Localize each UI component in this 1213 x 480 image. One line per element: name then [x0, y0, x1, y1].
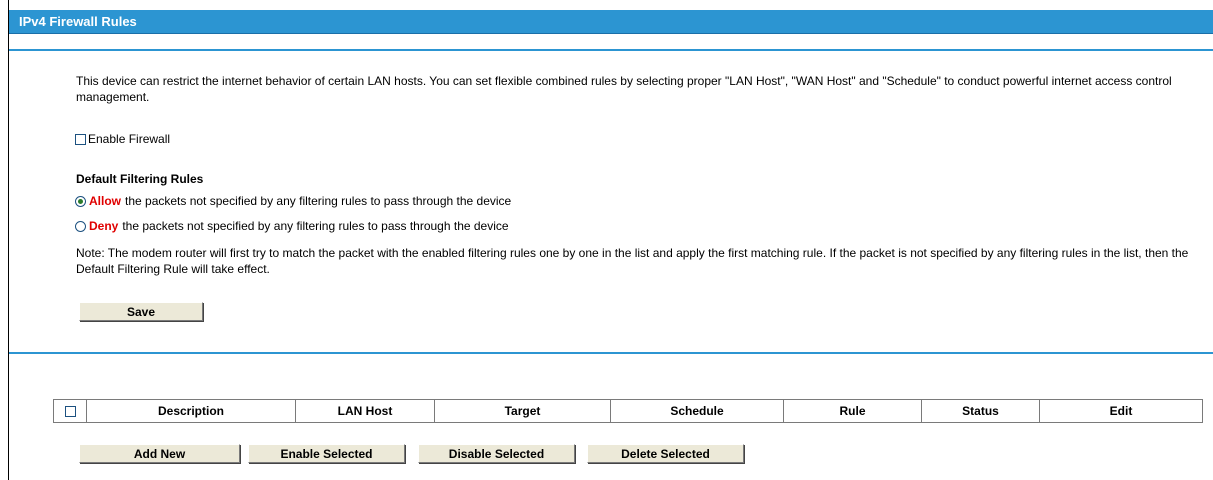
enable-firewall-checkbox[interactable]: [75, 133, 86, 145]
page-title: IPv4 Firewall Rules: [19, 14, 137, 29]
divider-bottom: [9, 352, 1213, 354]
allow-keyword: Allow: [89, 194, 121, 208]
column-header-status: Status: [921, 399, 1040, 423]
enable-selected-button[interactable]: Enable Selected: [248, 444, 405, 463]
column-header-lan-host: LAN Host: [295, 399, 435, 423]
add-new-button[interactable]: Add New: [79, 444, 240, 463]
disable-selected-button[interactable]: Disable Selected: [418, 444, 575, 463]
deny-keyword: Deny: [89, 219, 119, 233]
allow-rule-text: the packets not specified by any filteri…: [125, 194, 512, 208]
divider-top: [9, 49, 1213, 51]
deny-radio[interactable]: [75, 220, 86, 232]
enable-firewall-label: Enable Firewall: [88, 132, 171, 146]
title-bar: IPv4 Firewall Rules: [9, 10, 1213, 34]
table-header-row: Description LAN Host Target Schedule Rul…: [53, 399, 1203, 423]
default-rules-heading: Default Filtering Rules: [76, 172, 204, 186]
save-button[interactable]: Save: [79, 302, 203, 321]
select-all-checkbox[interactable]: [64, 406, 76, 418]
allow-rule-row[interactable]: Allow the packets not specified by any f…: [75, 193, 511, 209]
column-header-target: Target: [434, 399, 611, 423]
intro-description: This device can restrict the internet be…: [76, 74, 1172, 104]
filtering-note: Note: The modem router will first try to…: [76, 246, 1189, 276]
deny-rule-row[interactable]: Deny the packets not specified by any fi…: [75, 218, 509, 234]
delete-selected-button[interactable]: Delete Selected: [587, 444, 744, 463]
allow-radio[interactable]: [75, 195, 86, 207]
enable-firewall-row[interactable]: Enable Firewall: [75, 131, 170, 147]
deny-rule-text: the packets not specified by any filteri…: [122, 219, 509, 233]
column-header-schedule: Schedule: [610, 399, 784, 423]
rules-table: Description LAN Host Target Schedule Rul…: [53, 399, 1203, 423]
column-header-description: Description: [86, 399, 296, 423]
column-header-rule: Rule: [783, 399, 922, 423]
main-frame: IPv4 Firewall Rules This device can rest…: [8, 0, 1213, 480]
select-all-cell[interactable]: [53, 399, 87, 423]
column-header-edit: Edit: [1039, 399, 1203, 423]
